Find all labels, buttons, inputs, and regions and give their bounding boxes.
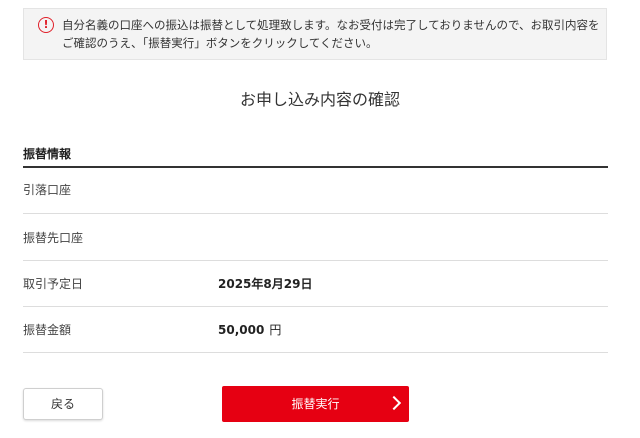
row-transfer-amount: 振替金額 50,000 円 [23,307,608,353]
notice-line-2: ご確認のうえ、「振替実行」ボタンをクリックしてください。 [62,36,378,50]
row-label: 振替金額 [23,323,72,337]
notice-box: ! 自分名義の口座への振込は振替として処理致します。なお受付は完了しておりません… [23,8,607,60]
row-label: 取引予定日 [23,277,84,291]
row-value: 50,000 円 [218,321,281,338]
exclamation-circle-icon: ! [38,17,54,33]
row-debit-account: 引落口座 [23,168,608,214]
amount-unit: 円 [269,323,282,337]
row-destination-account: 振替先口座 [23,214,608,261]
notice-line-1: 自分名義の口座への振込は振替として処理致します。なお受付は完了しておりませんので… [62,18,600,32]
page-title: お申し込み内容の確認 [239,90,400,109]
back-button[interactable]: 戻る [23,388,103,420]
row-value: 2025年8月29日 [218,277,313,291]
execute-transfer-button[interactable]: 振替実行 [222,386,409,422]
row-label: 引落口座 [23,183,72,197]
execute-button-label: 振替実行 [291,397,340,411]
chevron-right-icon [386,395,402,411]
row-scheduled-date: 取引予定日 2025年8月29日 [23,261,608,307]
row-label: 振替先口座 [23,231,84,245]
section-title: 振替情報 [23,147,72,161]
amount-value: 50,000 [218,323,265,337]
notice-text: 自分名義の口座への振込は振替として処理致します。なお受付は完了しておりませんので… [62,16,602,52]
